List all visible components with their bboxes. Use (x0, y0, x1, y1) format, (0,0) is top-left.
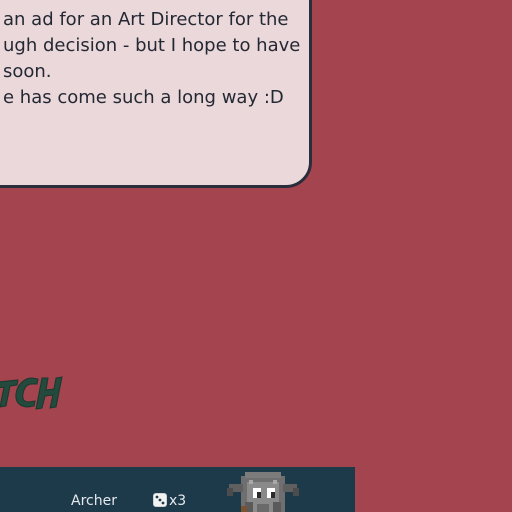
game-screen: an ad for an Art Director for the ugh de… (0, 0, 512, 512)
dialog-box: an ad for an Art Director for the ugh de… (0, 0, 312, 188)
dice-icon (153, 493, 167, 507)
unit-name: Archer (71, 493, 117, 509)
dialog-line: e has come such a long way :D (3, 87, 284, 108)
dice-count: x3 (169, 493, 187, 509)
unit-info-bar: Archer x3 (0, 467, 355, 512)
game-logo-fragment (0, 376, 63, 410)
dialog-line: ugh decision - but I hope to have (3, 35, 301, 56)
creature-portrait-icon[interactable] (227, 470, 299, 512)
dialog-line: an ad for an Art Director for the (3, 9, 289, 30)
dialog-line: soon. (3, 61, 52, 82)
dialog-text: an ad for an Art Director for the ugh de… (0, 7, 303, 111)
